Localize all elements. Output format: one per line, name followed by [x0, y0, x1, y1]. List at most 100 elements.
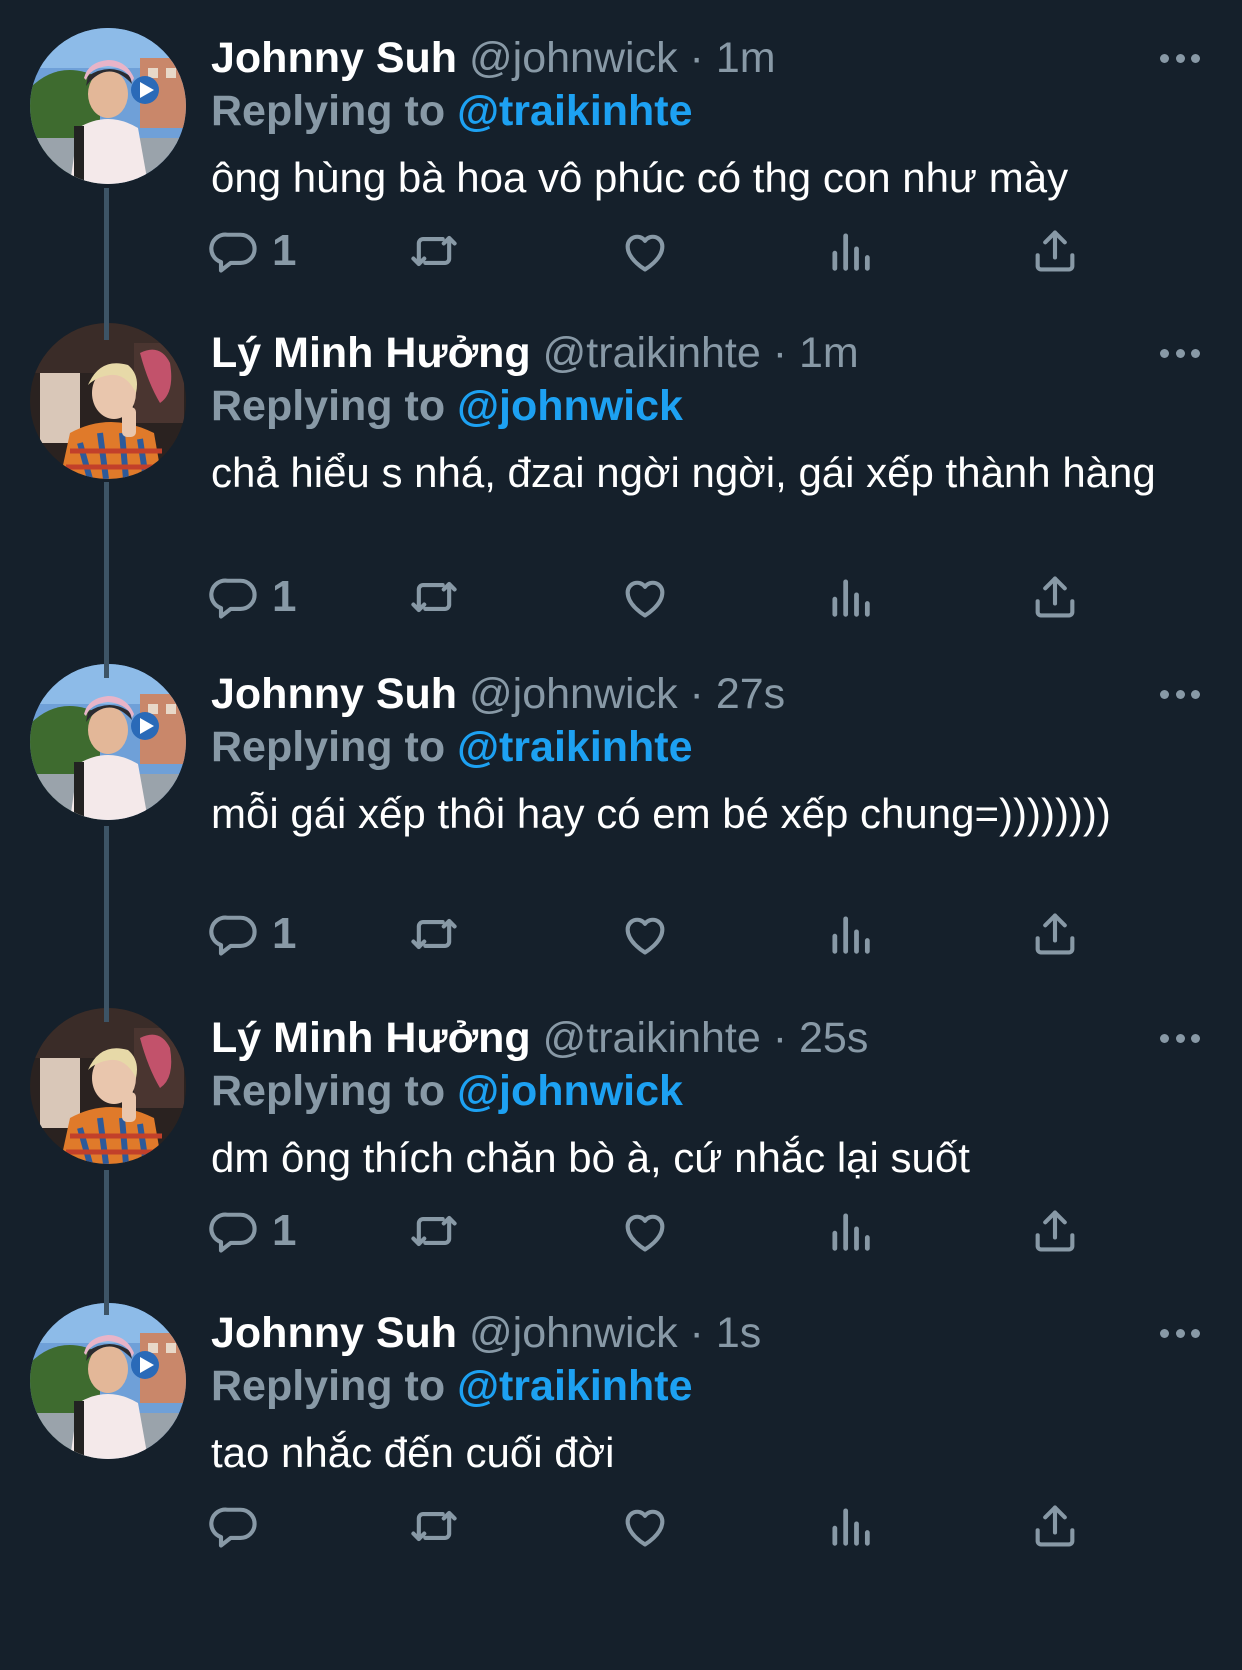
reply-icon [209, 915, 257, 956]
share-button[interactable] [1029, 908, 1081, 960]
author-name[interactable]: Johnny Suh [211, 1309, 457, 1357]
like-button[interactable] [619, 1205, 671, 1257]
reply-button[interactable]: 1 [208, 908, 296, 960]
separator-dot: · [689, 1309, 704, 1357]
retweet-icon [411, 1215, 457, 1247]
share-icon [1035, 1210, 1075, 1252]
timestamp[interactable]: 25s [799, 1014, 868, 1062]
heart-icon [625, 1509, 665, 1547]
share-icon [1035, 1505, 1075, 1547]
avatar[interactable] [30, 1008, 186, 1164]
reply-button[interactable] [208, 1500, 272, 1552]
tweet-actions: 1 [0, 571, 1242, 623]
tweet-header: Johnny Suh @johnwick · 27s [211, 666, 785, 722]
reply-button[interactable]: 1 [208, 1205, 296, 1257]
tweet-text: ông hùng bà hoa vô phúc có thg con như m… [211, 154, 1069, 201]
author-handle[interactable]: @traikinhte [543, 329, 761, 377]
tweet[interactable]: Johnny Suh @johnwick · 1m Replying to @tr… [0, 28, 1242, 328]
like-button[interactable] [619, 1500, 671, 1552]
avatar[interactable] [30, 28, 186, 184]
replying-to-mention[interactable]: @johnwick [457, 382, 683, 430]
reply-count: 1 [272, 1206, 297, 1255]
timestamp[interactable]: 1m [799, 329, 859, 377]
reply-icon [209, 232, 257, 273]
separator-dot: · [689, 34, 704, 82]
tweet[interactable]: Lý Minh Hưởng @traikinhte · 25s Replying … [0, 1008, 1242, 1308]
more-icon[interactable] [1160, 1327, 1200, 1339]
author-handle[interactable]: @johnwick [469, 670, 678, 718]
timestamp[interactable]: 27s [716, 670, 785, 718]
retweet-button[interactable] [408, 571, 460, 623]
retweet-button[interactable] [408, 1500, 460, 1552]
reply-button[interactable]: 1 [208, 571, 296, 623]
author-name[interactable]: Johnny Suh [211, 34, 457, 82]
tweet-header: Johnny Suh @johnwick · 1s [211, 1305, 761, 1361]
avatar[interactable] [30, 323, 186, 479]
author-handle[interactable]: @johnwick [469, 1309, 678, 1357]
heart-icon [625, 1214, 665, 1252]
more-icon[interactable] [1160, 52, 1200, 64]
avatar[interactable] [30, 1303, 186, 1459]
timestamp[interactable]: 1m [716, 34, 776, 82]
heart-icon [625, 234, 665, 272]
share-icon [1035, 576, 1075, 618]
retweet-button[interactable] [408, 225, 460, 277]
tweet-text: dm ông thích chăn bò à, cứ nhắc lại suốt [211, 1134, 970, 1181]
analytics-button[interactable] [824, 225, 876, 277]
share-button[interactable] [1029, 1500, 1081, 1552]
tweet[interactable]: Johnny Suh @johnwick · 1s Replying to @tr… [0, 1303, 1242, 1603]
replying-to-mention[interactable]: @traikinhte [457, 723, 692, 771]
tweet[interactable]: Johnny Suh @johnwick · 27s Replying to @t… [0, 664, 1242, 964]
tweet-actions [0, 1500, 1242, 1552]
share-button[interactable] [1029, 571, 1081, 623]
timestamp[interactable]: 1s [716, 1309, 761, 1357]
reply-button[interactable]: 1 [208, 225, 296, 277]
tweet-actions: 1 [0, 1205, 1242, 1257]
author-name[interactable]: Johnny Suh [211, 670, 457, 718]
replying-to-label: Replying to [211, 87, 446, 135]
more-icon[interactable] [1160, 347, 1200, 359]
retweet-icon [411, 918, 457, 950]
like-button[interactable] [619, 571, 671, 623]
replying-to: Replying to @johnwick [211, 378, 683, 434]
author-handle[interactable]: @traikinhte [543, 1014, 761, 1062]
retweet-icon [411, 1510, 457, 1542]
replying-to-mention[interactable]: @traikinhte [457, 87, 692, 135]
thread-connector-line [104, 482, 109, 678]
tweet-header: Lý Minh Hưởng @traikinhte · 25s [211, 1010, 868, 1066]
author-name[interactable]: Lý Minh Hưởng [211, 329, 531, 377]
replying-to-label: Replying to [211, 723, 446, 771]
analytics-icon [832, 916, 870, 954]
analytics-button[interactable] [824, 1500, 876, 1552]
thread-connector-line [104, 826, 109, 1022]
like-button[interactable] [619, 225, 671, 277]
share-icon [1035, 230, 1075, 272]
author-name[interactable]: Lý Minh Hưởng [211, 1014, 531, 1062]
retweet-icon [411, 581, 457, 613]
share-button[interactable] [1029, 225, 1081, 277]
tweet-actions: 1 [0, 908, 1242, 960]
thread-connector-line [104, 188, 109, 340]
author-handle[interactable]: @johnwick [469, 34, 678, 82]
retweet-button[interactable] [408, 908, 460, 960]
share-icon [1035, 913, 1075, 955]
replying-to-label: Replying to [211, 1067, 446, 1115]
retweet-button[interactable] [408, 1205, 460, 1257]
avatar[interactable] [30, 664, 186, 820]
separator-dot: · [772, 329, 788, 377]
more-icon[interactable] [1160, 688, 1200, 700]
reply-icon [209, 1212, 257, 1253]
reply-icon [209, 578, 257, 619]
thread-connector-line [104, 1170, 109, 1315]
tweet[interactable]: Lý Minh Hưởng @traikinhte · 1m Replying t… [0, 323, 1242, 623]
share-button[interactable] [1029, 1205, 1081, 1257]
retweet-icon [411, 235, 457, 267]
replying-to: Replying to @traikinhte [211, 719, 693, 775]
like-button[interactable] [619, 908, 671, 960]
replying-to-mention[interactable]: @traikinhte [457, 1362, 692, 1410]
analytics-button[interactable] [824, 908, 876, 960]
more-icon[interactable] [1160, 1032, 1200, 1044]
analytics-button[interactable] [824, 571, 876, 623]
replying-to-mention[interactable]: @johnwick [457, 1067, 683, 1115]
analytics-button[interactable] [824, 1205, 876, 1257]
